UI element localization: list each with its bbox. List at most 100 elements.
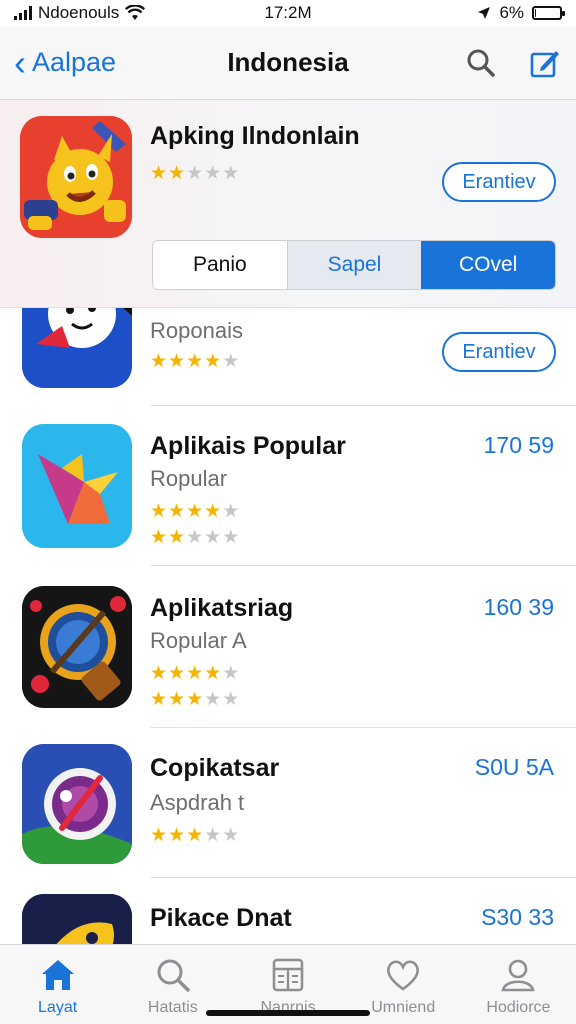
tab-label: Layat bbox=[38, 999, 78, 1016]
star-rating: ★ ★ ★ ★ ★ bbox=[150, 824, 239, 847]
star-filled-icon: ★ bbox=[168, 663, 186, 684]
profile-icon bbox=[498, 955, 538, 995]
segment-3[interactable]: COvel bbox=[421, 241, 555, 289]
star-filled-icon: ★ bbox=[168, 527, 186, 548]
tab-hodiorce[interactable]: Hodiorce bbox=[461, 945, 576, 1024]
star-empty-icon: ★ bbox=[222, 501, 240, 522]
star-rating: ★ ★ ★ ★ ★ bbox=[150, 688, 239, 711]
price-label[interactable]: S0U 5A bbox=[475, 754, 554, 781]
navigation-bar: ‹ Aalpae Indonesia bbox=[0, 26, 576, 100]
list-item[interactable]: Aplikatsriag 160 39 Ropular A ★ ★ ★ ★ ★ ★ ★ ★ ★… bbox=[0, 566, 576, 728]
app-icon-4 bbox=[22, 744, 132, 864]
star-filled-icon: ★ bbox=[186, 501, 204, 522]
star-filled-icon: ★ bbox=[150, 501, 168, 522]
battery-percent: 6% bbox=[499, 3, 525, 22]
heart-icon bbox=[383, 955, 423, 995]
app-title-5: Pikace Dnat bbox=[150, 904, 292, 932]
star-filled-icon: ★ bbox=[186, 689, 204, 710]
star-empty-icon: ★ bbox=[222, 527, 240, 548]
status-right: 6% bbox=[379, 3, 566, 23]
nav-actions bbox=[392, 46, 562, 80]
app-title-3: Aplikatsriag bbox=[150, 594, 294, 622]
star-rating: ★ ★ ★ ★ ★ bbox=[150, 350, 239, 373]
segment-2[interactable]: Sapel bbox=[287, 241, 422, 289]
star-filled-icon: ★ bbox=[168, 163, 186, 184]
star-rating: ★ ★ ★ ★ ★ bbox=[150, 526, 239, 549]
star-filled-icon: ★ bbox=[204, 663, 222, 684]
app-subtitle-2: Ropular bbox=[150, 466, 228, 491]
app-title-2: Aplikais Popular bbox=[150, 432, 346, 460]
star-empty-icon: ★ bbox=[222, 663, 240, 684]
list-item[interactable]: Roponais ★ ★ ★ ★ ★ Erantiev bbox=[0, 308, 576, 406]
tab-label: Hodiorce bbox=[486, 999, 551, 1016]
star-filled-icon: ★ bbox=[168, 351, 186, 372]
star-empty-icon: ★ bbox=[204, 527, 222, 548]
segment-1[interactable]: Panio bbox=[153, 241, 288, 289]
app-icon-featured bbox=[20, 116, 132, 238]
app-subtitle-4: Aspdrah t bbox=[150, 790, 245, 815]
chevron-left-icon: ‹ bbox=[14, 41, 26, 83]
star-empty-icon: ★ bbox=[204, 163, 222, 184]
wifi-icon bbox=[125, 5, 146, 20]
list-item[interactable]: Aplikais Popular 170 59 Ropular ★ ★ ★ ★ ★ ★ ★… bbox=[0, 406, 576, 566]
home-icon bbox=[38, 955, 78, 995]
home-indicator bbox=[206, 1010, 370, 1016]
star-filled-icon: ★ bbox=[150, 689, 168, 710]
star-filled-icon: ★ bbox=[186, 825, 204, 846]
carrier-name: Ndoenouls bbox=[38, 3, 120, 22]
app-title-4: Copikatsar bbox=[150, 754, 280, 782]
get-button[interactable]: Erantiev bbox=[442, 332, 556, 372]
star-empty-icon: ★ bbox=[204, 825, 222, 846]
star-empty-icon: ★ bbox=[222, 825, 240, 846]
star-filled-icon: ★ bbox=[168, 825, 186, 846]
app-icon-1 bbox=[22, 308, 132, 388]
app-icon-5 bbox=[22, 894, 132, 944]
back-label: Aalpae bbox=[32, 47, 117, 77]
app-icon-3 bbox=[22, 586, 132, 708]
status-left: Ndoenouls bbox=[14, 3, 197, 23]
star-filled-icon: ★ bbox=[186, 663, 204, 684]
clock: 17:2M bbox=[264, 3, 312, 22]
price-label[interactable]: S30 33 bbox=[481, 904, 554, 931]
get-button[interactable]: Erantiev bbox=[442, 162, 556, 202]
star-rating: ★ ★ ★ ★ ★ bbox=[150, 500, 239, 523]
star-filled-icon: ★ bbox=[204, 501, 222, 522]
star-rating: ★ ★ ★ ★ ★ bbox=[150, 162, 239, 185]
star-empty-icon: ★ bbox=[222, 163, 240, 184]
star-empty-icon: ★ bbox=[222, 689, 240, 710]
list-icon bbox=[268, 955, 308, 995]
star-filled-icon: ★ bbox=[150, 163, 168, 184]
page-title: Indonesia bbox=[227, 47, 349, 77]
star-filled-icon: ★ bbox=[204, 351, 222, 372]
star-filled-icon: ★ bbox=[150, 351, 168, 372]
list-item[interactable]: Pikace Dnat S30 33 bbox=[0, 878, 576, 944]
star-filled-icon: ★ bbox=[150, 527, 168, 548]
segmented-control: Panio Sapel COvel bbox=[152, 240, 556, 290]
app-title-featured: Apking Ilndonlain bbox=[150, 122, 360, 150]
search-icon[interactable] bbox=[464, 46, 498, 80]
star-empty-icon: ★ bbox=[186, 163, 204, 184]
back-button[interactable]: ‹ Aalpae bbox=[14, 41, 184, 83]
tab-layat[interactable]: Layat bbox=[0, 945, 115, 1024]
star-filled-icon: ★ bbox=[168, 501, 186, 522]
battery-icon bbox=[532, 6, 566, 20]
price-label[interactable]: 170 59 bbox=[484, 432, 554, 459]
price-label[interactable]: 160 39 bbox=[484, 594, 554, 621]
tab-label: Umniend bbox=[371, 999, 436, 1016]
star-empty-icon: ★ bbox=[222, 351, 240, 372]
star-filled-icon: ★ bbox=[150, 825, 168, 846]
tab-bar: Layat Hatatis Nanrnis Umniend Hodiorce bbox=[0, 944, 576, 1024]
featured-app[interactable]: Apking Ilndonlain ★ ★ ★ ★ ★ Erantiev Panio S… bbox=[0, 100, 576, 308]
list-item[interactable]: Copikatsar S0U 5A Aspdrah t ★ ★ ★ ★ ★ bbox=[0, 728, 576, 878]
location-icon bbox=[478, 7, 491, 19]
status-bar: Ndoenouls 17:2M 6% bbox=[0, 0, 576, 26]
star-rating: ★ ★ ★ ★ ★ bbox=[150, 662, 239, 685]
star-filled-icon: ★ bbox=[186, 351, 204, 372]
app-subtitle-3: Ropular A bbox=[150, 628, 247, 653]
star-empty-icon: ★ bbox=[186, 527, 204, 548]
app-icon-2 bbox=[22, 424, 132, 548]
compose-icon[interactable] bbox=[528, 46, 562, 80]
star-empty-icon: ★ bbox=[204, 689, 222, 710]
star-filled-icon: ★ bbox=[150, 663, 168, 684]
app-subtitle-1: Roponais bbox=[150, 318, 243, 343]
